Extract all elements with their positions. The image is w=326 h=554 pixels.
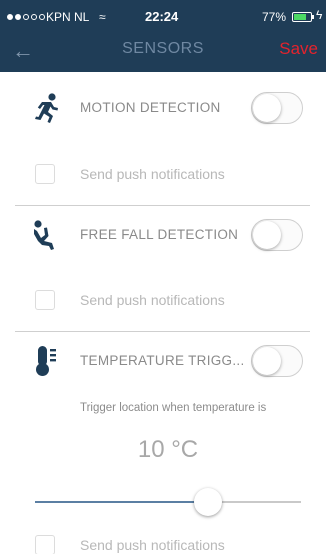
page-title: SENSORS [122,40,204,57]
toggle-knob [253,94,281,122]
top-bar: KPN NL ≈ 22:24 77% ϟ ← SENSORS Save [0,0,326,72]
sensor-row-motion: MOTION DETECTION [0,80,326,136]
sensor-title-temperature: TEMPERATURE TRIGG... [80,353,245,368]
motion-push-checkbox[interactable] [35,164,55,184]
battery-level-fill [294,14,306,20]
slider-thumb[interactable] [194,488,222,516]
push-label-temperature: Send push notifications [80,537,225,553]
battery-icon [292,12,314,22]
sensor-row-free-fall: FREE FALL DETECTION [0,207,326,263]
push-label-motion: Send push notifications [80,166,225,182]
sensor-title-free-fall: FREE FALL DETECTION [80,227,239,242]
wifi-icon: ≈ [99,10,106,24]
temperature-trigger-toggle[interactable] [251,345,303,377]
push-row-motion: Send push notifications [0,154,326,194]
temperature-value: 10 °C [137,436,199,463]
push-row-temperature: Send push notifications [0,525,326,554]
thermometer-icon [36,346,56,376]
toggle-knob [253,221,281,249]
free-fall-push-checkbox[interactable] [35,290,55,310]
carrier-name: KPN NL [46,10,90,24]
battery-percent: 77% [262,10,287,24]
push-label-free-fall: Send push notifications [80,292,225,308]
temperature-description: Trigger location when temperature is [80,402,267,414]
temperature-slider[interactable] [35,488,301,516]
signal-strength-icon [7,14,45,20]
temperature-push-checkbox[interactable] [35,535,55,554]
free-fall-detection-toggle[interactable] [251,219,303,251]
charging-icon: ϟ [316,8,323,22]
save-button[interactable]: Save [279,39,318,59]
status-time: 22:24 [145,9,179,24]
sensor-title-motion: MOTION DETECTION [80,100,221,115]
motion-detection-toggle[interactable] [251,92,303,124]
running-person-icon [35,93,58,123]
push-row-free-fall: Send push notifications [0,280,326,320]
navigation-bar: ← SENSORS Save [0,30,326,72]
divider [15,205,310,206]
divider [15,331,310,332]
slider-track-fill [35,501,208,503]
falling-person-icon [34,220,54,250]
sensor-row-temperature: TEMPERATURE TRIGG... [0,333,326,389]
status-bar: KPN NL ≈ 22:24 77% ϟ [0,0,326,30]
toggle-knob [253,347,281,375]
